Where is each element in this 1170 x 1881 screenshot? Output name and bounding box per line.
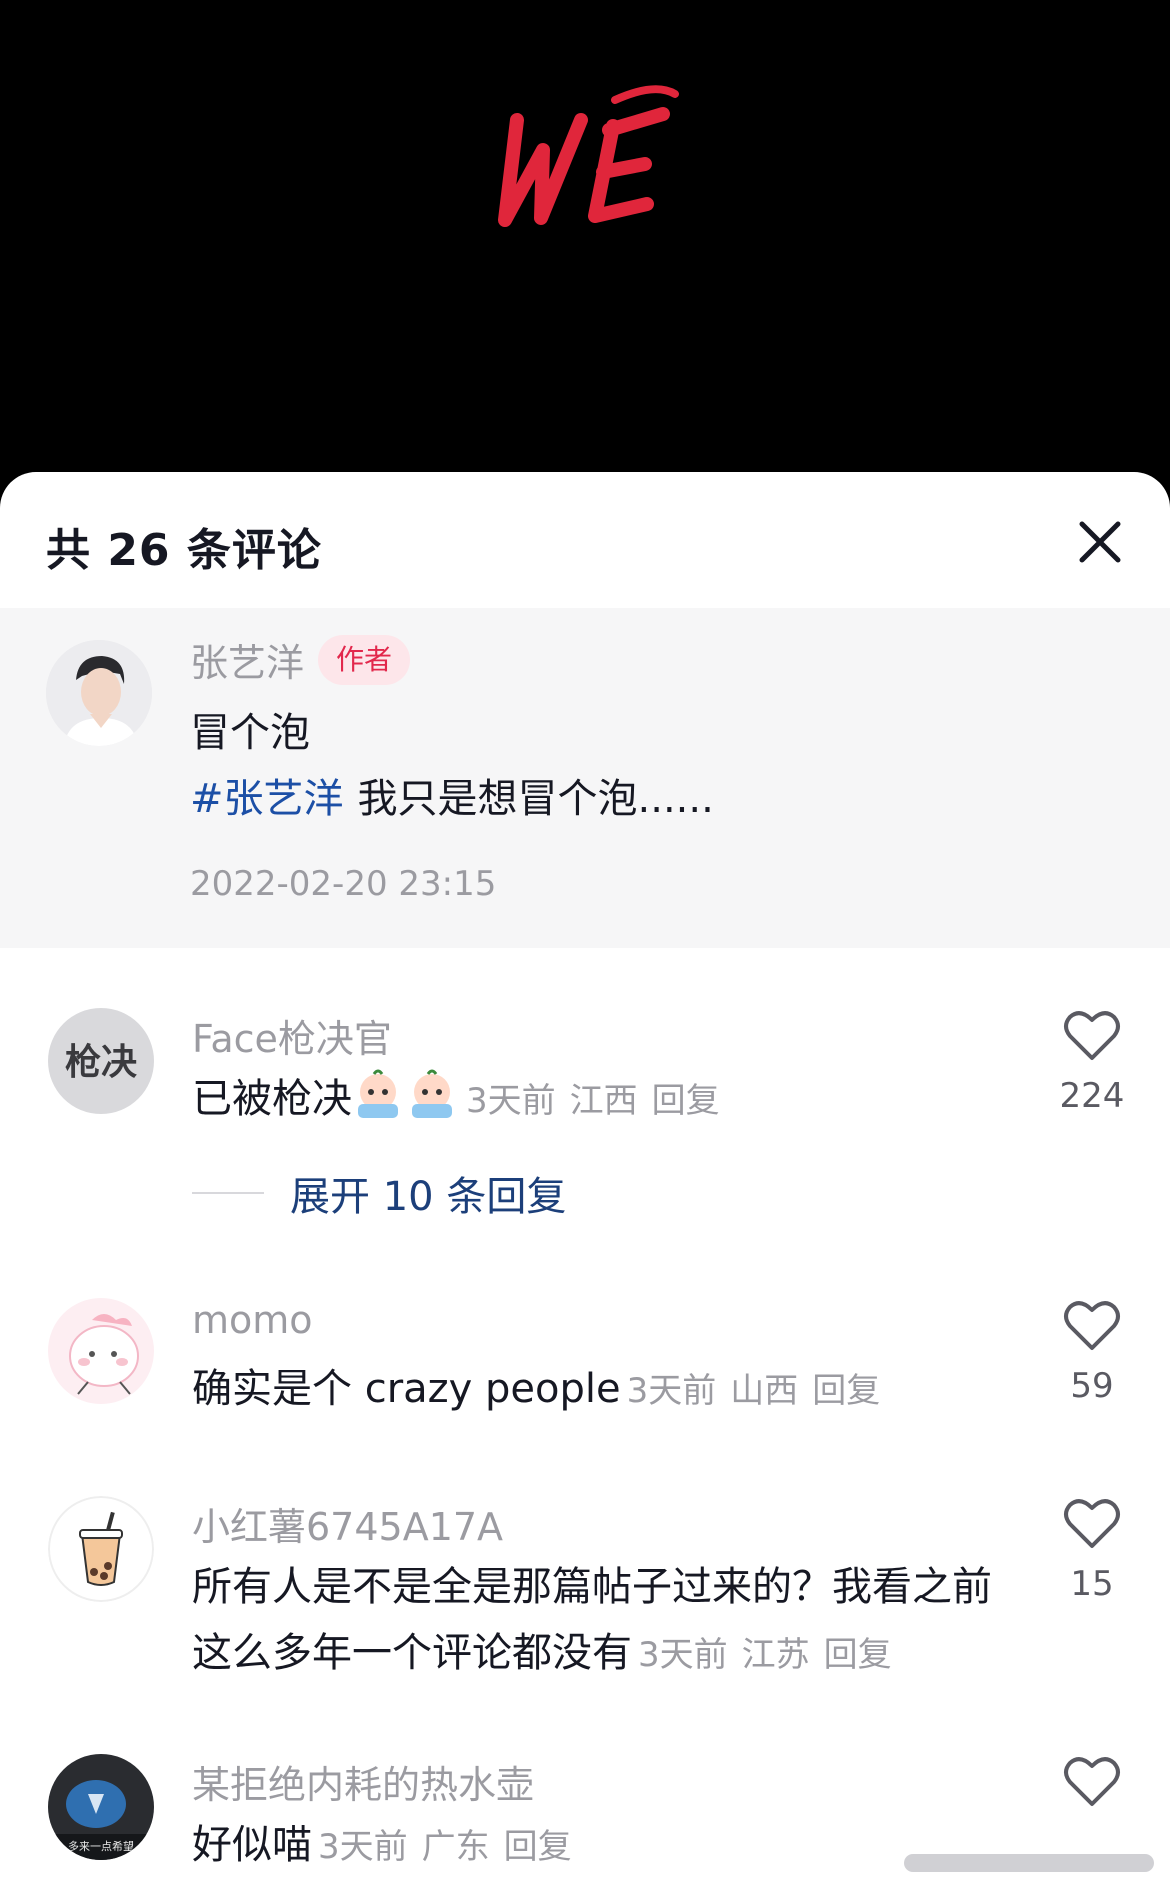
expand-replies-button[interactable]: 展开 10 条回复 bbox=[192, 1164, 566, 1222]
commenter-name[interactable]: 某拒绝内耗的热水壶 bbox=[192, 1754, 534, 1809]
photo-avatar-icon: 多来一点希望 bbox=[48, 1754, 154, 1860]
reply-button[interactable]: 回复 bbox=[824, 1635, 892, 1675]
like-count: 59 bbox=[1070, 1366, 1114, 1406]
comment-location: 江苏 bbox=[741, 1635, 810, 1675]
comments-count-title: 共 26 条评论 bbox=[46, 525, 322, 576]
comment-location: 江西 bbox=[569, 1081, 638, 1121]
comment-text: 好似喵 bbox=[192, 1822, 312, 1868]
reply-button[interactable]: 回复 bbox=[652, 1081, 720, 1121]
author-name[interactable]: 张艺洋 bbox=[190, 632, 304, 687]
heart-icon[interactable] bbox=[1062, 1754, 1122, 1810]
comment-time: 3天前 bbox=[466, 1081, 556, 1121]
commenter-avatar[interactable] bbox=[48, 1496, 154, 1602]
comment-time: 3天前 bbox=[626, 1371, 717, 1411]
author-post: 张艺洋 作者 冒个泡 #张艺洋 我只是想冒个泡...... 2022-02-20 … bbox=[0, 608, 1170, 948]
sheet-header: 共 26 条评论 bbox=[0, 472, 1170, 608]
comments-sheet: 共 26 条评论 张艺洋 作者 冒个泡 #张艺洋 我只是想冒个泡...... 2… bbox=[0, 472, 1170, 1881]
comment-body: 好似喵 3天前 广东 回复 bbox=[192, 1812, 1022, 1880]
person-avatar-icon bbox=[46, 640, 152, 746]
crying-emoji-icon bbox=[358, 1069, 398, 1118]
comment-location: 广东 bbox=[421, 1827, 490, 1867]
comment-time: 3天前 bbox=[318, 1827, 408, 1867]
post-description-text: 我只是想冒个泡...... bbox=[357, 776, 714, 822]
author-badge: 作者 bbox=[318, 634, 411, 685]
we-logo bbox=[498, 85, 679, 227]
text-avatar-icon: 枪决 bbox=[48, 1008, 154, 1114]
expand-replies-label: 展开 10 条回复 bbox=[290, 1174, 567, 1220]
heart-icon[interactable] bbox=[1062, 1496, 1122, 1552]
heart-icon[interactable] bbox=[1062, 1008, 1122, 1064]
post-description: #张艺洋 我只是想冒个泡...... bbox=[190, 766, 714, 824]
comment-body: 已被枪决 3天前 江西 回复 bbox=[192, 1066, 1022, 1134]
commenter-avatar[interactable]: 多来一点希望 bbox=[48, 1754, 154, 1860]
bubble-tea-avatar-icon bbox=[48, 1496, 154, 1602]
app-root: 共 26 条评论 张艺洋 作者 冒个泡 #张艺洋 我只是想冒个泡...... 2… bbox=[0, 0, 1170, 1881]
comment-body: 所有人是不是全是那篇帖子过来的？我看之前这么多年一个评论都没有 3天前 江苏 回复 bbox=[192, 1554, 1022, 1688]
comment-text: 已被枪决 bbox=[192, 1076, 352, 1122]
comment-meta: 3天前 山西 回复 bbox=[627, 1371, 895, 1411]
comment-text: 确实是个 crazy people bbox=[192, 1366, 621, 1412]
reply-button[interactable]: 回复 bbox=[812, 1371, 880, 1411]
like-count: 224 bbox=[1059, 1076, 1125, 1116]
like-count: 15 bbox=[1070, 1564, 1114, 1604]
comment-time: 3天前 bbox=[638, 1635, 728, 1675]
crying-emoji-icon bbox=[412, 1069, 452, 1118]
commenter-avatar[interactable]: 枪决 bbox=[48, 1008, 154, 1114]
comment-body: 确实是个 crazy people 3天前 山西 回复 bbox=[192, 1356, 1022, 1424]
commenter-name[interactable]: 小红薯6745A17A bbox=[192, 1496, 503, 1551]
reply-button[interactable]: 回复 bbox=[504, 1827, 572, 1867]
author-name-row: 张艺洋 作者 bbox=[190, 632, 411, 687]
comment-meta: 3天前 江西 回复 bbox=[466, 1081, 734, 1121]
comment-meta: 3天前 江苏 回复 bbox=[638, 1635, 906, 1675]
author-avatar[interactable] bbox=[46, 640, 152, 746]
commenter-avatar[interactable] bbox=[48, 1298, 154, 1404]
cartoon-avatar-icon bbox=[48, 1298, 154, 1404]
home-indicator[interactable] bbox=[904, 1854, 1154, 1872]
post-timestamp: 2022-02-20 23:15 bbox=[190, 864, 497, 904]
comment-location: 山西 bbox=[730, 1371, 799, 1411]
svg-text:多来一点希望: 多来一点希望 bbox=[68, 1839, 134, 1853]
divider-line bbox=[192, 1192, 264, 1194]
comment-meta: 3天前 广东 回复 bbox=[318, 1827, 586, 1867]
svg-text:枪决: 枪决 bbox=[65, 1042, 137, 1083]
commenter-name[interactable]: momo bbox=[192, 1298, 313, 1342]
video-player[interactable] bbox=[0, 0, 1170, 480]
post-title: 冒个泡 bbox=[190, 710, 310, 756]
commenter-name[interactable]: Face枪决官 bbox=[192, 1008, 392, 1063]
close-icon[interactable] bbox=[1074, 516, 1126, 568]
hashtag-link[interactable]: #张艺洋 bbox=[190, 776, 344, 822]
heart-icon[interactable] bbox=[1062, 1298, 1122, 1354]
